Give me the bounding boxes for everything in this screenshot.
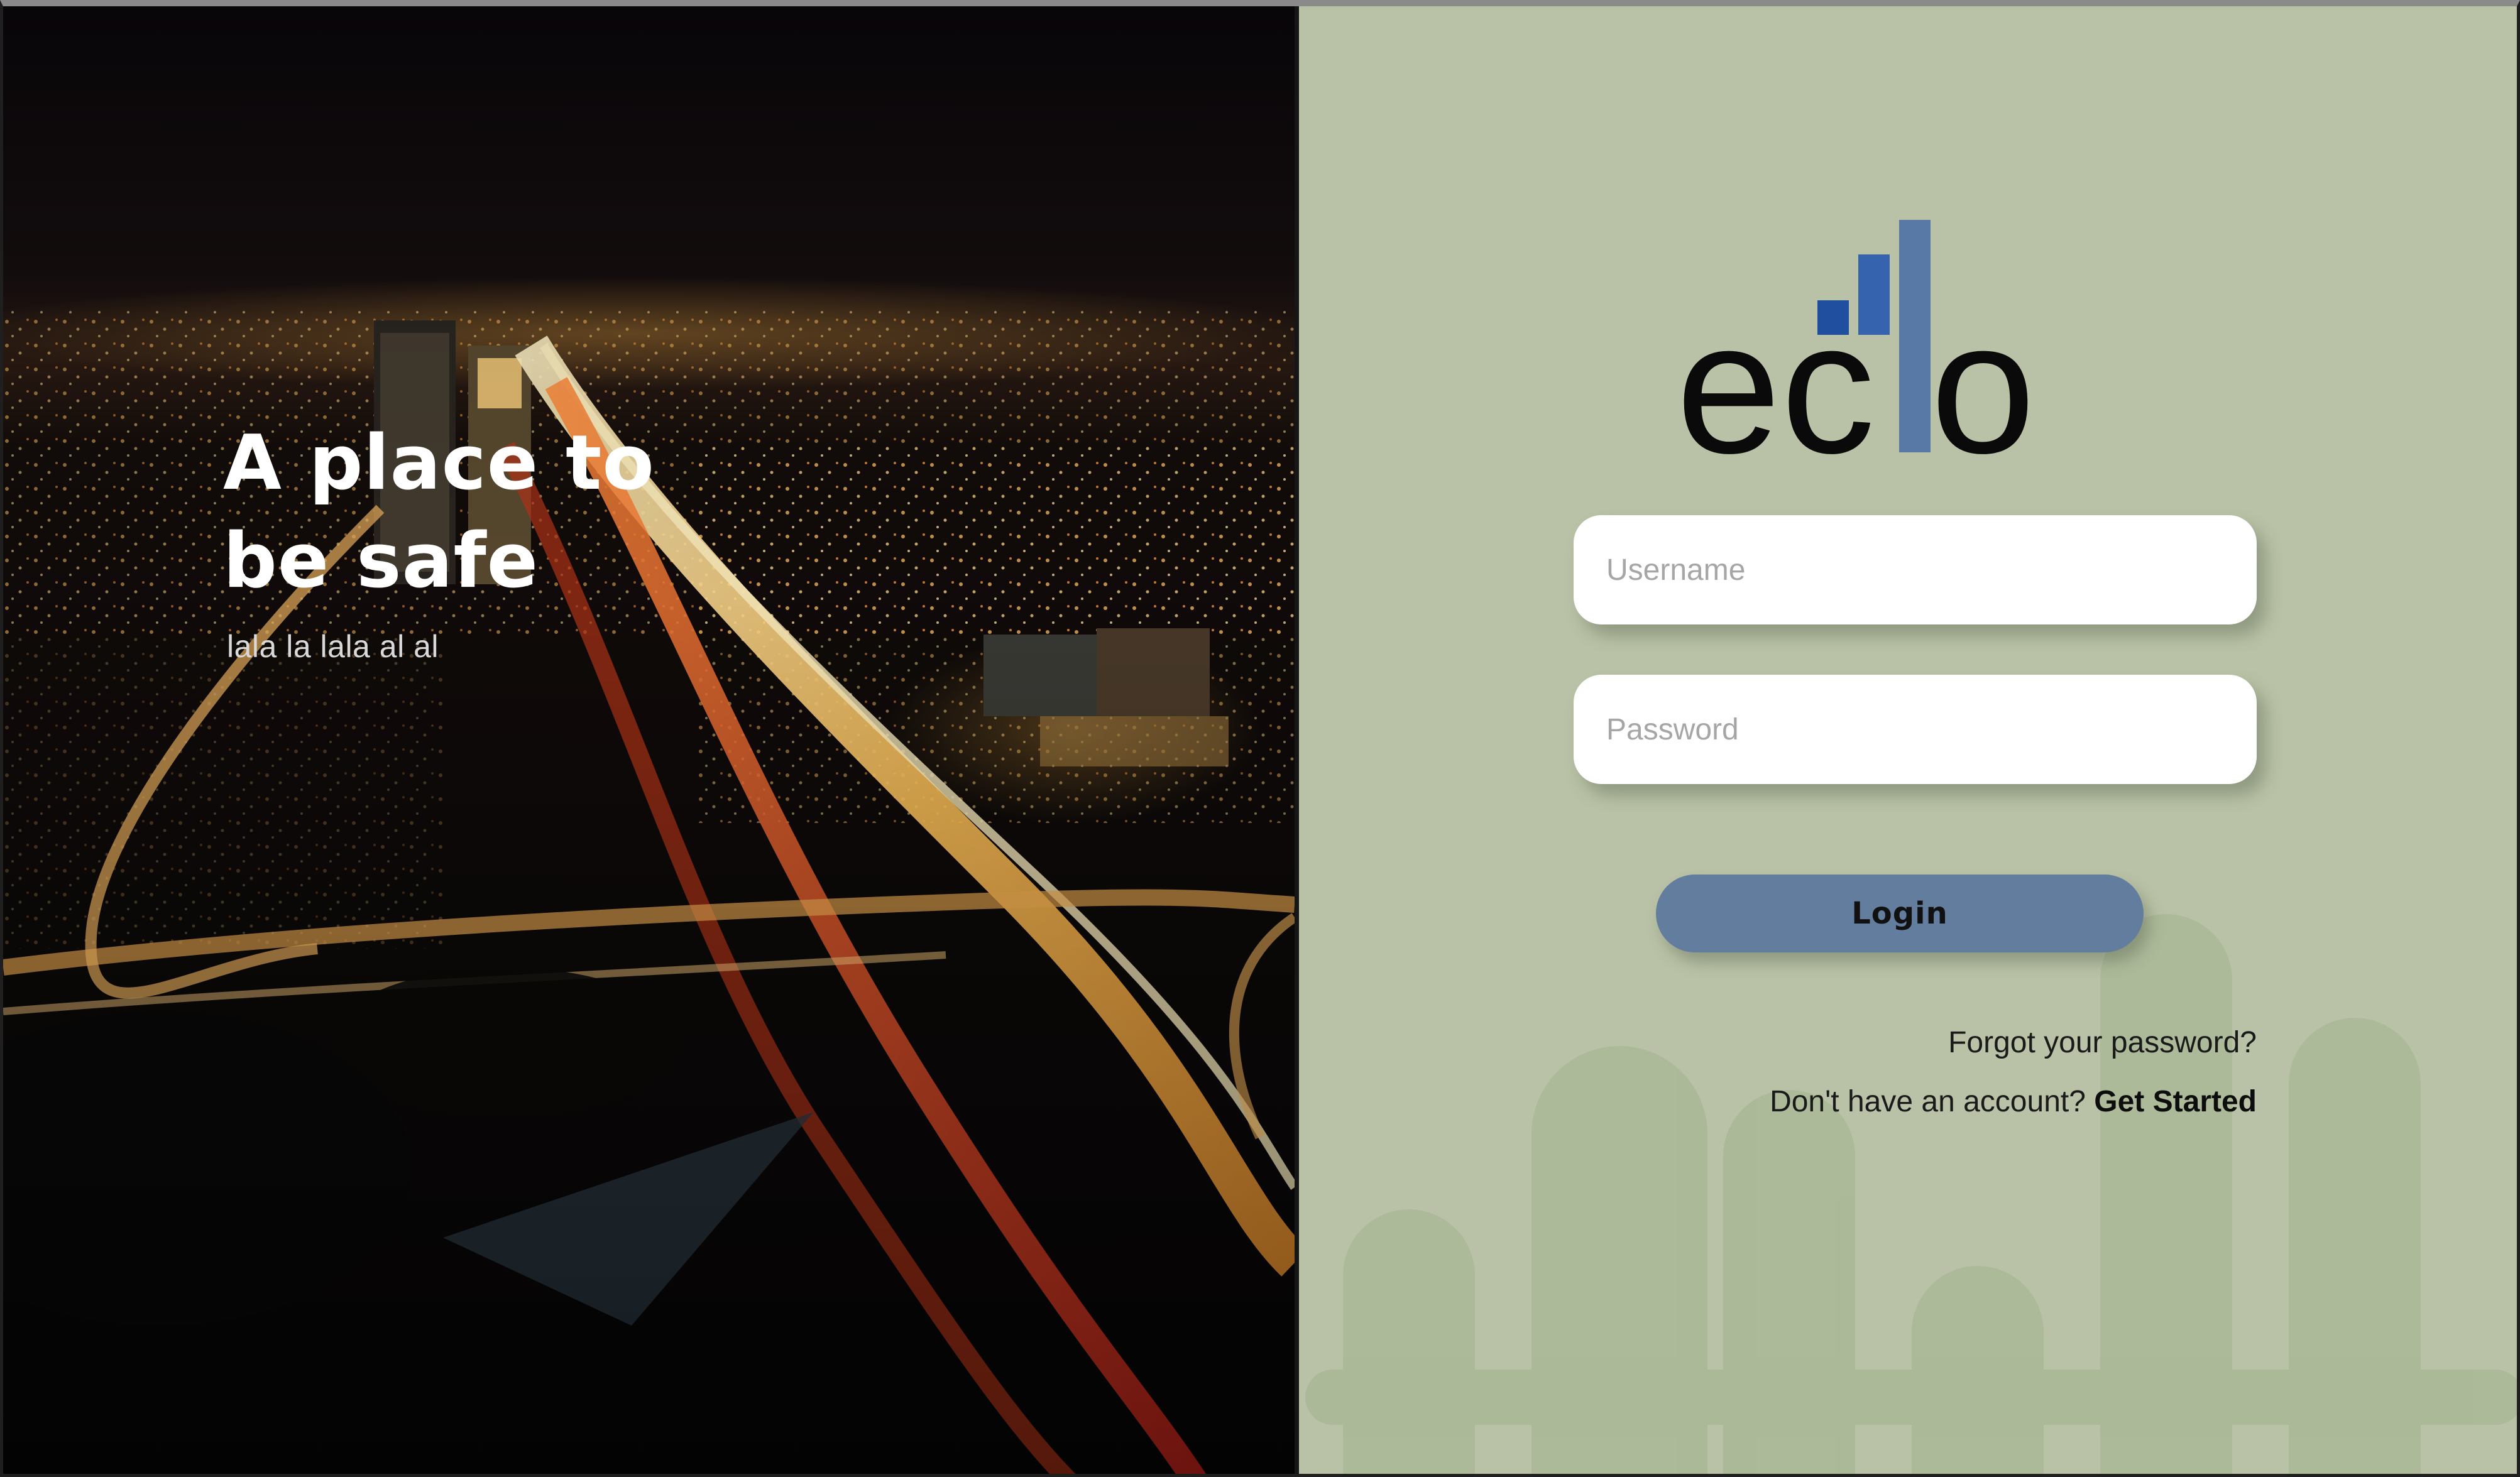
hero-title-line1: A place to	[223, 420, 655, 507]
hero-title-line2: be safe	[223, 518, 539, 605]
password-input[interactable]	[1574, 675, 2257, 784]
hero-title: A place to be safe	[223, 415, 789, 611]
logo-wordmark-left: ec	[1676, 281, 1875, 465]
panel-divider	[1295, 6, 1299, 1474]
username-input[interactable]	[1574, 515, 2257, 624]
hero-overlay	[3, 6, 1295, 1474]
hero-subtitle: lala la lala al al	[227, 629, 439, 664]
app-window: A place to be safe lala la lala al al ec…	[0, 0, 2520, 1477]
get-started-link[interactable]: Get Started	[2094, 1085, 2257, 1118]
forgot-password-link[interactable]: Forgot your password?	[1948, 1025, 2257, 1060]
login-panel: ec o Login Forgot your password? Don't h…	[1299, 6, 2517, 1474]
hero-panel: A place to be safe lala la lala al al	[3, 6, 1295, 1474]
echo-logo: ec o	[1676, 220, 2035, 465]
login-button[interactable]: Login	[1656, 875, 2144, 952]
signup-prompt: Don't have an account? Get Started	[1770, 1084, 2257, 1119]
no-account-text: Don't have an account?	[1770, 1085, 2086, 1118]
